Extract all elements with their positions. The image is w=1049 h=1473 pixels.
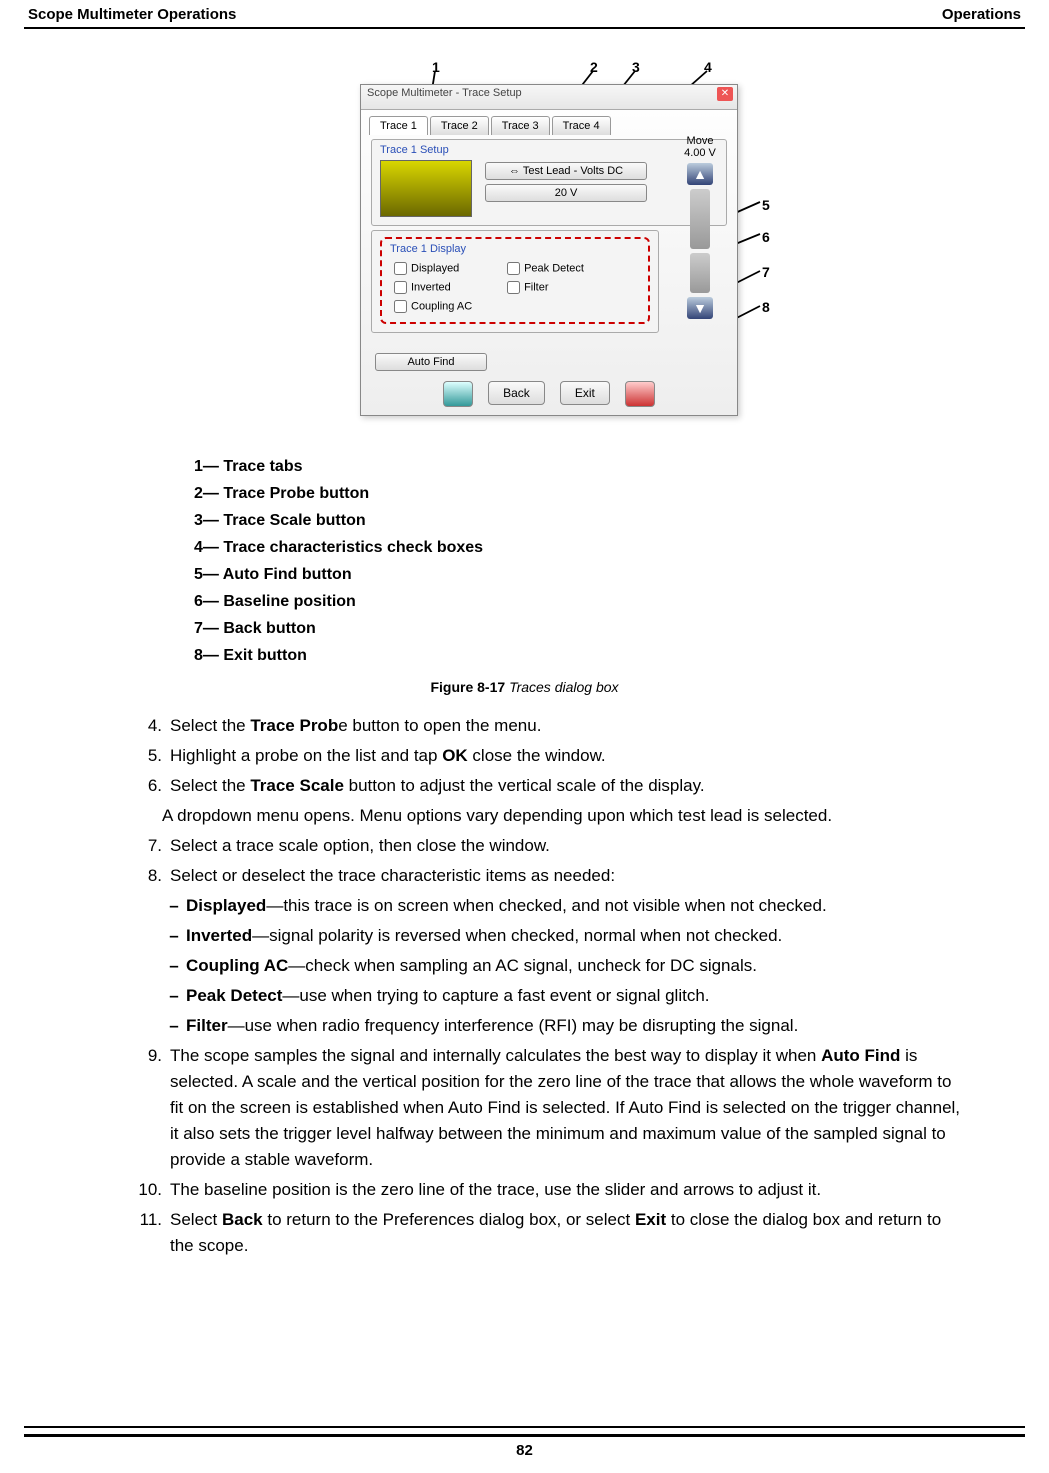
- legend-8: 8— Exit button: [194, 642, 1025, 669]
- sub-displayed: Displayed—this trace is on screen when c…: [186, 893, 827, 919]
- chk-peak-detect[interactable]: Peak Detect: [503, 259, 584, 278]
- header-right: Operations: [942, 6, 1021, 23]
- trace-setup-title: Trace 1 Setup: [380, 144, 718, 156]
- step-9: The scope samples the signal and interna…: [170, 1043, 965, 1173]
- trace-probe-button[interactable]: ⇔ Test Lead - Volts DC: [485, 162, 647, 180]
- sub-filter: Filter—use when radio frequency interfer…: [186, 1013, 798, 1039]
- header-rule: [24, 27, 1025, 29]
- steps-list: 4.Select the Trace Probe button to open …: [124, 713, 965, 1259]
- dialog-title-text: Scope Multimeter - Trace Setup: [367, 87, 522, 99]
- legend-2: 2— Trace Probe button: [194, 480, 1025, 507]
- tab-trace4[interactable]: Trace 4: [552, 116, 611, 135]
- trace-setup-dialog: Scope Multimeter - Trace Setup ✕ Trace 1…: [360, 84, 738, 416]
- tab-trace3[interactable]: Trace 3: [491, 116, 550, 135]
- trace-display-title: Trace 1 Display: [390, 243, 640, 255]
- callout-1: 1: [432, 59, 440, 75]
- tab-trace2[interactable]: Trace 2: [430, 116, 489, 135]
- move-down-icon[interactable]: ▼: [687, 297, 713, 319]
- sub-coupling: Coupling AC—check when sampling an AC si…: [186, 953, 757, 979]
- chk-coupling-ac[interactable]: Coupling AC: [390, 297, 500, 316]
- legend-4: 4— Trace characteristics check boxes: [194, 534, 1025, 561]
- step-4: Select the Trace Probe button to open th…: [170, 713, 541, 739]
- legend-3: 3— Trace Scale button: [194, 507, 1025, 534]
- callout-6: 6: [762, 229, 770, 245]
- trace-characteristics-highlight: Trace 1 Display Displayed Inverted Coupl…: [380, 237, 650, 324]
- legend-5: 5— Auto Find button: [194, 561, 1025, 588]
- figure: 1 2 3 4 5 6 7 8 Scope Multimeter - Trace…: [24, 59, 1025, 439]
- callout-3: 3: [632, 59, 640, 75]
- step-11: Select Back to return to the Preferences…: [170, 1207, 965, 1259]
- exit-button[interactable]: Exit: [560, 381, 610, 405]
- callout-7: 7: [762, 264, 770, 280]
- move-up-icon[interactable]: ▲: [687, 163, 713, 185]
- trace-setup-group: Trace 1 Setup ⇔ Test Lead - Volts DC 20 …: [371, 139, 727, 226]
- step-5: Highlight a probe on the list and tap OK…: [170, 743, 606, 769]
- footer-rule: [24, 1426, 1025, 1437]
- sub-peak: Peak Detect—use when trying to capture a…: [186, 983, 710, 1009]
- step-10: The baseline position is the zero line o…: [170, 1177, 821, 1203]
- trace-scale-button[interactable]: 20 V: [485, 184, 647, 202]
- step-7: Select a trace scale option, then close …: [170, 833, 550, 859]
- exit-arrow-icon[interactable]: [625, 381, 655, 407]
- chk-inverted[interactable]: Inverted: [390, 278, 500, 297]
- close-icon[interactable]: ✕: [717, 87, 733, 101]
- move-label: Move: [675, 135, 725, 147]
- legend-7: 7— Back button: [194, 615, 1025, 642]
- legend-1: 1— Trace tabs: [194, 453, 1025, 480]
- baseline-slider[interactable]: [690, 189, 710, 249]
- sub-inverted: Inverted—signal polarity is reversed whe…: [186, 923, 782, 949]
- callout-8: 8: [762, 299, 770, 315]
- page-number: 82: [0, 1442, 1049, 1459]
- figure-legend: 1— Trace tabs 2— Trace Probe button 3— T…: [194, 453, 1025, 669]
- callout-4: 4: [704, 59, 712, 75]
- callout-2: 2: [590, 59, 598, 75]
- trace-display-group: Trace 1 Display Displayed Inverted Coupl…: [371, 230, 659, 333]
- move-value: 4.00 V: [675, 147, 725, 159]
- legend-6: 6— Baseline position: [194, 588, 1025, 615]
- auto-find-button[interactable]: Auto Find: [375, 353, 487, 371]
- chk-filter[interactable]: Filter: [503, 278, 584, 297]
- callout-5: 5: [762, 197, 770, 213]
- trace-thumbnail: [380, 160, 472, 217]
- back-button[interactable]: Back: [488, 381, 545, 405]
- tab-trace1[interactable]: Trace 1: [369, 116, 428, 135]
- chk-displayed[interactable]: Displayed: [390, 259, 500, 278]
- dialog-titlebar: Scope Multimeter - Trace Setup ✕: [361, 85, 737, 110]
- figure-caption: Figure 8-17 Traces dialog box: [24, 679, 1025, 695]
- baseline-slider-2[interactable]: [690, 253, 710, 293]
- move-column: Move 4.00 V ▲ ▼: [675, 135, 725, 323]
- step-6: Select the Trace Scale button to adjust …: [170, 773, 705, 799]
- header-left: Scope Multimeter Operations: [28, 6, 236, 23]
- back-arrow-icon[interactable]: [443, 381, 473, 407]
- step-8: Select or deselect the trace characteris…: [170, 863, 615, 889]
- step-6-note: A dropdown menu opens. Menu options vary…: [162, 803, 965, 829]
